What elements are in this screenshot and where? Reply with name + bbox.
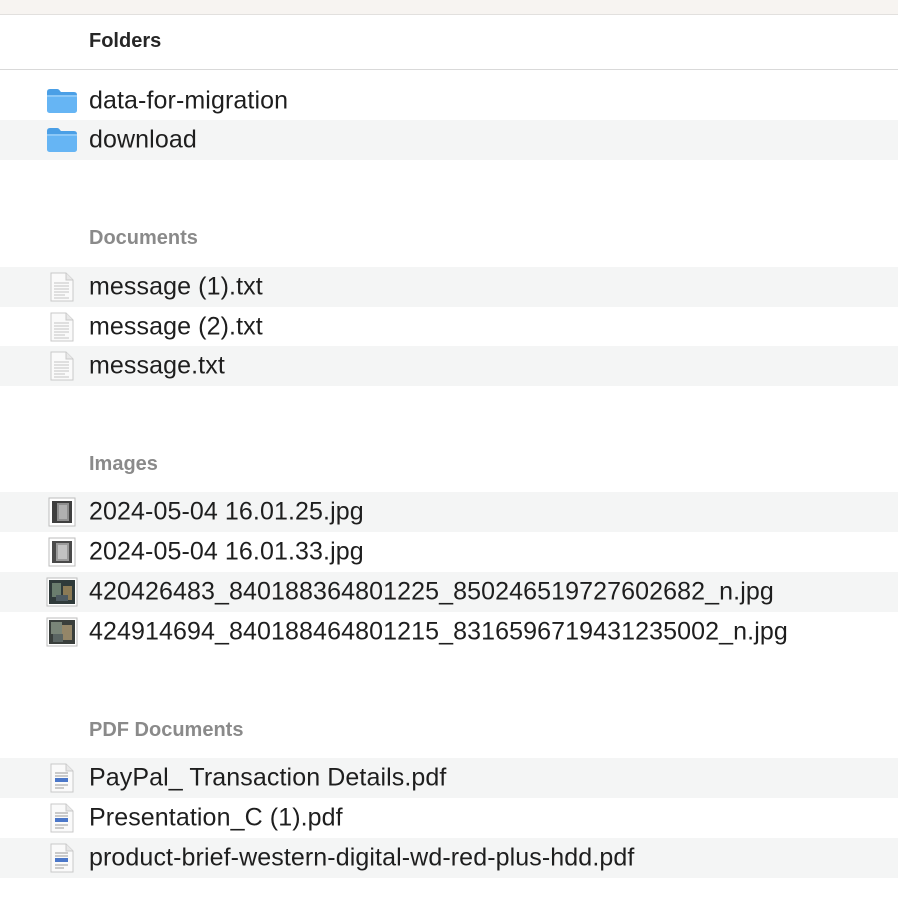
column-header[interactable]: Folders [0,15,898,70]
list-item[interactable]: message (1).txt [0,267,898,307]
list-item[interactable]: PayPal_ Transaction Details.pdf [0,758,898,798]
file-name: PayPal_ Transaction Details.pdf [89,763,447,792]
image-thumbnail-icon [46,577,78,607]
section-title-documents: Documents [89,227,198,249]
column-header-title: Folders [89,30,162,52]
file-name: message.txt [89,351,225,380]
section-title-images: Images [89,453,158,475]
file-name: product-brief-western-digital-wd-red-plu… [89,843,635,872]
file-name: 2024-05-04 16.01.25.jpg [89,497,364,526]
list-item[interactable]: message (2).txt [0,307,898,347]
image-thumbnail-icon [48,537,76,567]
folder-icon [46,127,78,153]
file-name: 2024-05-04 16.01.33.jpg [89,537,364,566]
file-name: 420426483_840188364801225_85024651972760… [89,577,774,606]
file-name: message (1).txt [89,272,263,301]
image-thumbnail-icon [48,497,76,527]
file-name: download [89,125,197,154]
list-item[interactable]: 420426483_840188364801225_85024651972760… [0,572,898,612]
text-file-icon [50,272,74,302]
list-item[interactable]: download [0,120,898,160]
file-name: message (2).txt [89,312,263,341]
file-name: Presentation_C (1).pdf [89,803,343,832]
pdf-file-icon [50,803,74,833]
file-name: 424914694_840188464801215_83165967194312… [89,617,788,646]
window-top-strip [0,0,898,15]
file-name: data-for-migration [89,86,289,115]
pdf-file-icon [50,843,74,873]
list-item[interactable]: message.txt [0,346,898,386]
list-item[interactable]: product-brief-western-digital-wd-red-plu… [0,838,898,878]
list-item[interactable]: 2024-05-04 16.01.33.jpg [0,532,898,572]
text-file-icon [50,351,74,381]
list-item[interactable]: data-for-migration [0,81,898,121]
list-item[interactable]: 424914694_840188464801215_83165967194312… [0,612,898,652]
list-item[interactable]: 2024-05-04 16.01.25.jpg [0,492,898,532]
text-file-icon [50,312,74,342]
pdf-file-icon [50,763,74,793]
list-item[interactable]: Presentation_C (1).pdf [0,798,898,838]
image-thumbnail-icon [46,617,78,647]
folder-icon [46,88,78,114]
section-title-pdf-documents: PDF Documents [89,719,244,741]
